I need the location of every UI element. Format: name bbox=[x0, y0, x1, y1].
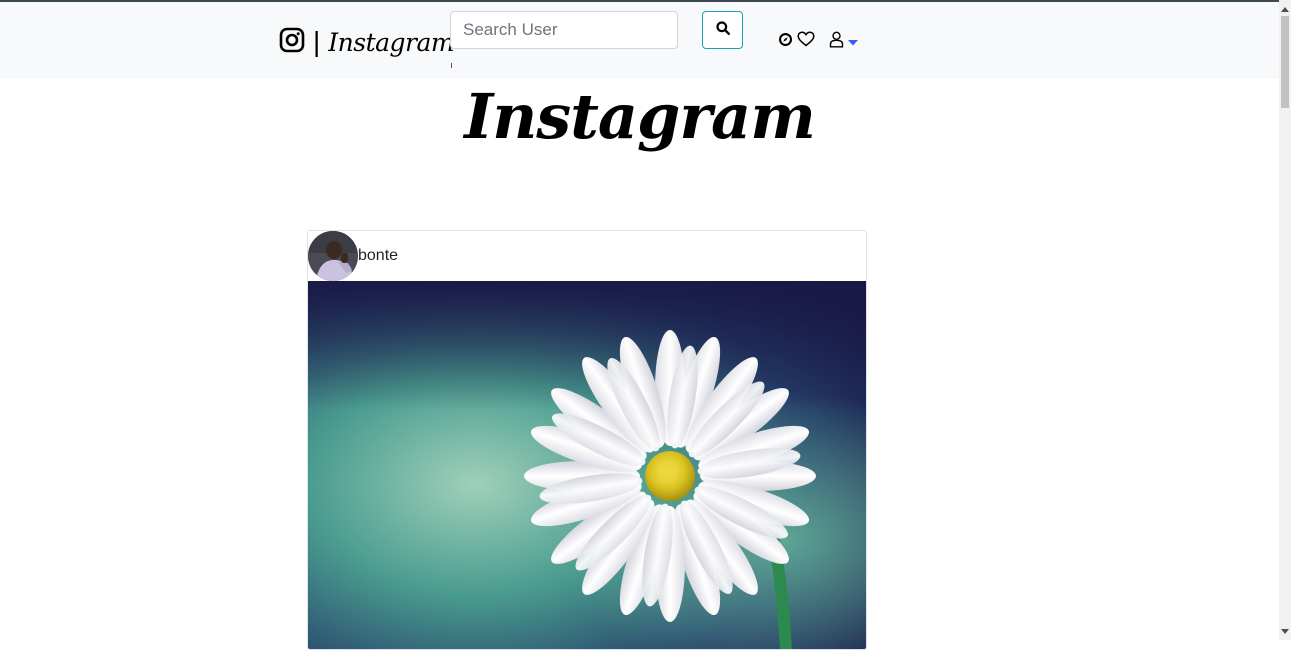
search-button[interactable] bbox=[702, 11, 743, 49]
post-username[interactable]: bonte bbox=[358, 247, 398, 265]
nav-icons bbox=[778, 31, 815, 52]
heart-icon[interactable] bbox=[797, 31, 815, 52]
instagram-icon bbox=[279, 27, 305, 58]
avatar[interactable] bbox=[308, 231, 358, 281]
page-scrollbar[interactable] bbox=[1279, 0, 1291, 640]
brand-name: Instagram bbox=[328, 27, 455, 57]
decorative-tick bbox=[451, 63, 452, 68]
user-dropdown[interactable] bbox=[829, 31, 858, 53]
brand-link[interactable]: | Instagram bbox=[279, 22, 455, 62]
scroll-up-icon[interactable] bbox=[1279, 2, 1291, 16]
page-title: Instagram bbox=[464, 80, 816, 153]
navbar: | Instagram bbox=[0, 2, 1279, 79]
user-icon bbox=[829, 31, 844, 53]
search-icon bbox=[715, 20, 730, 40]
scroll-thumb[interactable] bbox=[1281, 16, 1289, 108]
compass-icon[interactable] bbox=[778, 32, 793, 52]
post-image[interactable] bbox=[308, 281, 866, 649]
brand-divider: | bbox=[313, 26, 321, 57]
caret-down-icon bbox=[848, 33, 858, 51]
post-header: bonte bbox=[308, 231, 866, 281]
search-input[interactable] bbox=[450, 11, 678, 49]
post-card: bonte bbox=[307, 230, 867, 650]
scroll-down-icon[interactable] bbox=[1279, 624, 1291, 638]
